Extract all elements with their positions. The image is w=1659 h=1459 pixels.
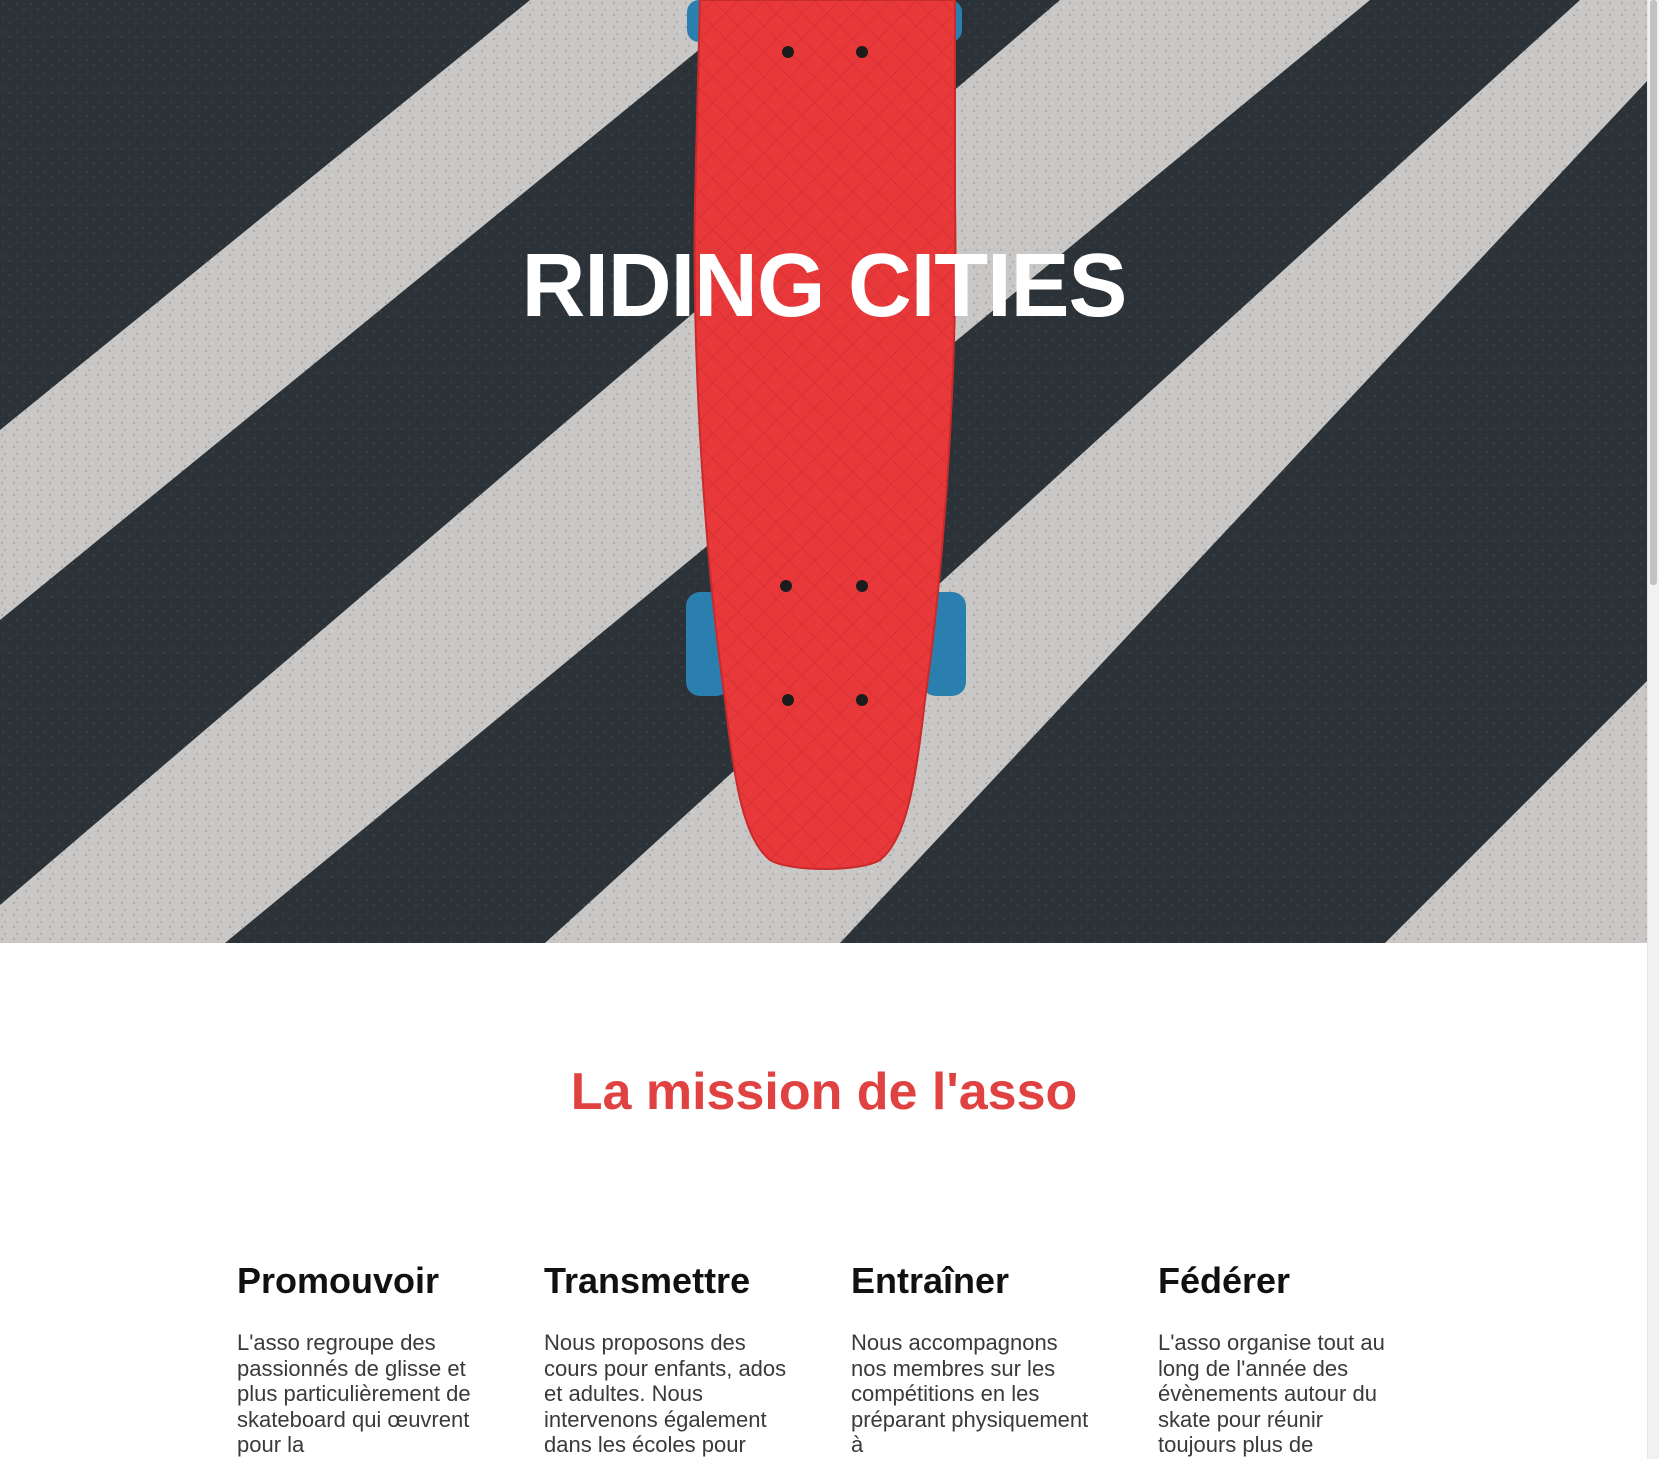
mission-column-title: Promouvoir: [237, 1260, 440, 1301]
page: RIDING CITIES La mission de l'asso Promo…: [0, 0, 1659, 1459]
mission-column-text: L'asso organise tout au long de l'année …: [1158, 1330, 1385, 1457]
mission-column-title: Transmettre: [544, 1260, 751, 1301]
mission-column-entrainer: Entraîner Nous accompagnons nos membres …: [851, 1260, 1096, 1458]
mission-column-promouvoir: Promouvoir L'asso regroupe des passionné…: [237, 1260, 482, 1458]
hero-section: RIDING CITIES: [0, 0, 1648, 943]
mission-column-title: Entraîner: [851, 1260, 1010, 1301]
mission-column-title: Fédérer: [1158, 1260, 1291, 1301]
mission-column-text: Nous accompagnons nos membres sur les co…: [851, 1330, 1089, 1457]
mission-columns: Promouvoir L'asso regroupe des passionné…: [237, 1260, 1437, 1458]
mission-column-federer: Fédérer L'asso organise tout au long de …: [1158, 1260, 1403, 1458]
mission-column-text: L'asso regroupe des passionnés de glisse…: [237, 1330, 471, 1457]
mission-column-text: Nous proposons des cours pour enfants, a…: [544, 1330, 787, 1457]
mission-column-transmettre: Transmettre Nous proposons des cours pou…: [544, 1260, 789, 1458]
scrollbar-thumb[interactable]: [1650, 0, 1657, 585]
vertical-scrollbar[interactable]: [1647, 0, 1659, 1459]
mission-section-title: La mission de l'asso: [570, 1063, 1078, 1121]
hero-title: RIDING CITIES: [521, 236, 1128, 336]
hero-image-skateboard-on-crosswalk: [0, 0, 1648, 943]
